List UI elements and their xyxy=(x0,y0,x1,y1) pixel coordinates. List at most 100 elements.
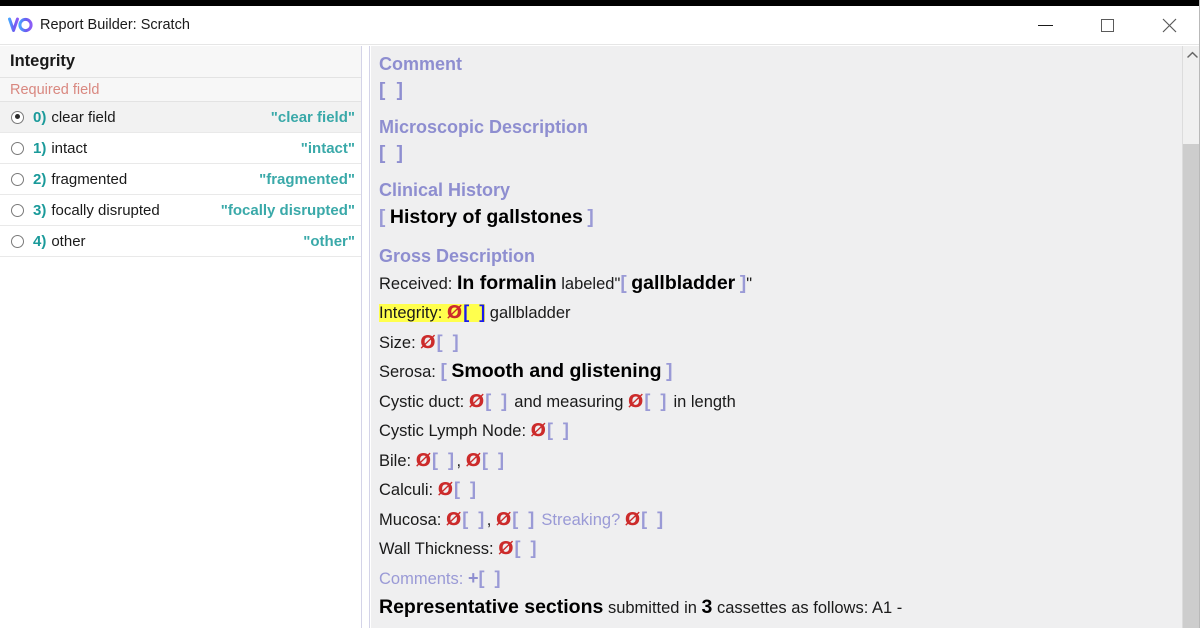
line-label: Cystic duct: xyxy=(379,392,465,411)
null-value-icon[interactable]: Ø xyxy=(438,479,453,500)
option-row-clear-field[interactable]: 0) clear field "clear field" xyxy=(0,102,361,133)
option-value: "clear field" xyxy=(270,108,355,126)
empty-field-brackets[interactable]: [ ] xyxy=(432,450,457,470)
report-scrollbar[interactable] xyxy=(1182,46,1200,628)
null-value-icon[interactable]: Ø xyxy=(496,509,511,530)
received-fixation-value[interactable]: In formalin xyxy=(457,272,557,294)
scroll-up-button[interactable] xyxy=(1183,46,1200,64)
maximize-button[interactable] xyxy=(1076,6,1138,45)
option-label: focally disrupted xyxy=(51,201,160,219)
empty-field-brackets[interactable]: [ ] xyxy=(437,332,462,352)
option-row-other[interactable]: 4) other "other" xyxy=(0,226,361,257)
option-label: intact xyxy=(51,139,88,157)
bracket-close: ] xyxy=(587,207,594,228)
cassette-count[interactable]: 3 xyxy=(702,596,713,618)
null-value-icon[interactable]: Ø xyxy=(416,450,431,471)
null-value-icon[interactable]: Ø xyxy=(466,450,481,471)
empty-field-brackets[interactable]: [ ] xyxy=(547,420,572,440)
section-heading-comment: Comment xyxy=(379,54,463,74)
panel-splitter[interactable] xyxy=(361,46,370,628)
null-value-icon[interactable]: Ø xyxy=(469,391,484,412)
close-button[interactable] xyxy=(1138,6,1200,45)
report-line-wall-thickness[interactable]: Wall Thickness: Ø[ ] xyxy=(379,534,1182,564)
empty-field-brackets[interactable]: [ ] xyxy=(641,509,666,529)
minimize-button[interactable] xyxy=(1014,6,1076,45)
scrollbar-thumb[interactable] xyxy=(1183,144,1200,628)
main-body: Integrity Required field 0) clear field … xyxy=(0,46,1200,628)
serosa-value[interactable]: Smooth and glistening xyxy=(451,360,661,382)
title-bar: Report Builder: Scratch xyxy=(0,6,1200,45)
radio-icon-fragmented[interactable] xyxy=(11,172,24,186)
bracket-open: [ xyxy=(379,207,386,228)
report-line-integrity[interactable]: Integrity: Ø[ ] gallbladder xyxy=(379,298,1182,328)
radio-icon-intact[interactable] xyxy=(11,141,24,155)
option-index: 1) xyxy=(33,139,47,157)
null-value-icon[interactable]: Ø xyxy=(625,509,640,530)
report-line-received[interactable]: Received: In formalin labeled " [ gallblad… xyxy=(379,269,1182,299)
empty-field-brackets[interactable]: [ ] xyxy=(515,538,540,558)
report-preview-pane[interactable]: Comment [ ] Microscopic Description [ ] … xyxy=(371,46,1182,628)
option-value: "other" xyxy=(303,232,355,250)
report-line-calculi[interactable]: Calculi: Ø[ ] xyxy=(379,475,1182,505)
line-label: Wall Thickness: xyxy=(379,540,494,558)
report-line-representative-sections[interactable]: Representative sections submitted in 3 c… xyxy=(379,593,1182,623)
integrity-highlight[interactable]: Integrity: Ø[ ] xyxy=(379,302,486,323)
empty-field-brackets[interactable]: [ ] xyxy=(454,479,479,499)
option-index: 3) xyxy=(33,201,47,219)
option-value: "focally disrupted" xyxy=(220,201,355,219)
active-field-slot[interactable] xyxy=(469,302,479,322)
report-line-bile[interactable]: Bile: Ø[ ], Ø[ ] xyxy=(379,446,1182,476)
null-value-icon[interactable]: Ø xyxy=(498,538,513,559)
empty-field-brackets[interactable]: [ ] xyxy=(478,568,503,588)
section-body-clinical-history[interactable]: [ History of gallstones ] xyxy=(379,203,1182,233)
option-index: 4) xyxy=(33,232,47,250)
section-heading-microscopic-description: Microscopic Description xyxy=(379,117,589,137)
sidebar-field-name: Integrity xyxy=(10,52,76,70)
option-row-intact[interactable]: 1) intact "intact" xyxy=(0,133,361,164)
empty-field-brackets[interactable]: [ ] xyxy=(644,391,669,411)
option-label: fragmented xyxy=(51,170,128,188)
empty-field-brackets[interactable]: [ ] xyxy=(512,509,537,529)
report-line-cystic-lymph-node[interactable]: Cystic Lymph Node: Ø[ ] xyxy=(379,416,1182,446)
null-value-icon[interactable]: Ø xyxy=(447,302,462,323)
empty-field-brackets[interactable]: [ ] xyxy=(462,509,487,529)
chevron-up-icon xyxy=(1186,46,1198,64)
report-line-cystic-duct[interactable]: Cystic duct: Ø[ ] and measuring Ø[ ] in … xyxy=(379,387,1182,417)
radio-icon-other[interactable] xyxy=(11,234,24,248)
window-title: Report Builder: Scratch xyxy=(40,17,190,33)
field-options-sidebar: Integrity Required field 0) clear field … xyxy=(0,46,361,628)
option-index: 0) xyxy=(33,108,47,126)
bracket-open: [ xyxy=(620,272,627,294)
option-label: other xyxy=(51,232,86,250)
line-label: Size: xyxy=(379,333,416,352)
null-value-icon[interactable]: Ø xyxy=(628,391,643,412)
section-body-comment[interactable]: [ ] xyxy=(379,77,1182,104)
radio-icon-focally-disrupted[interactable] xyxy=(11,203,24,217)
null-value-icon[interactable]: Ø xyxy=(446,509,461,530)
report-line-size[interactable]: Size: Ø[ ] xyxy=(379,328,1182,358)
report-builder-window: Report Builder: Scratch Integrity Requir… xyxy=(0,0,1200,628)
add-icon[interactable]: + xyxy=(468,568,479,588)
section-heading-gross-description: Gross Description xyxy=(379,245,536,266)
line-text: labeled xyxy=(561,274,615,293)
line-text: submitted in xyxy=(607,599,697,617)
received-specimen-value[interactable]: gallbladder xyxy=(631,272,735,294)
report-line-mucosa[interactable]: Mucosa: Ø[ ], Ø[ ] Streaking? Ø[ ] xyxy=(379,505,1182,535)
report-line-serosa[interactable]: Serosa: [ Smooth and glistening ] xyxy=(379,357,1182,387)
option-row-fragmented[interactable]: 2) fragmented "fragmented" xyxy=(0,164,361,195)
empty-field-brackets[interactable]: [ ] xyxy=(482,450,507,470)
section-body-microscopic-description[interactable]: [ ] xyxy=(379,140,1182,167)
clinical-history-value[interactable]: History of gallstones xyxy=(390,206,583,228)
null-value-icon[interactable]: Ø xyxy=(420,332,435,353)
empty-field-brackets[interactable]: [ ] xyxy=(485,391,510,411)
null-value-icon[interactable]: Ø xyxy=(531,420,546,441)
maximize-icon xyxy=(1100,18,1114,32)
representative-sections-label: Representative sections xyxy=(379,596,604,618)
quote-close: " xyxy=(746,274,753,293)
option-row-focally-disrupted[interactable]: 3) focally disrupted "focally disrupted" xyxy=(0,195,361,226)
report-line-comments[interactable]: Comments: +[ ] xyxy=(379,564,1182,594)
radio-icon-clear-field[interactable] xyxy=(11,110,24,124)
close-icon xyxy=(1162,18,1177,33)
